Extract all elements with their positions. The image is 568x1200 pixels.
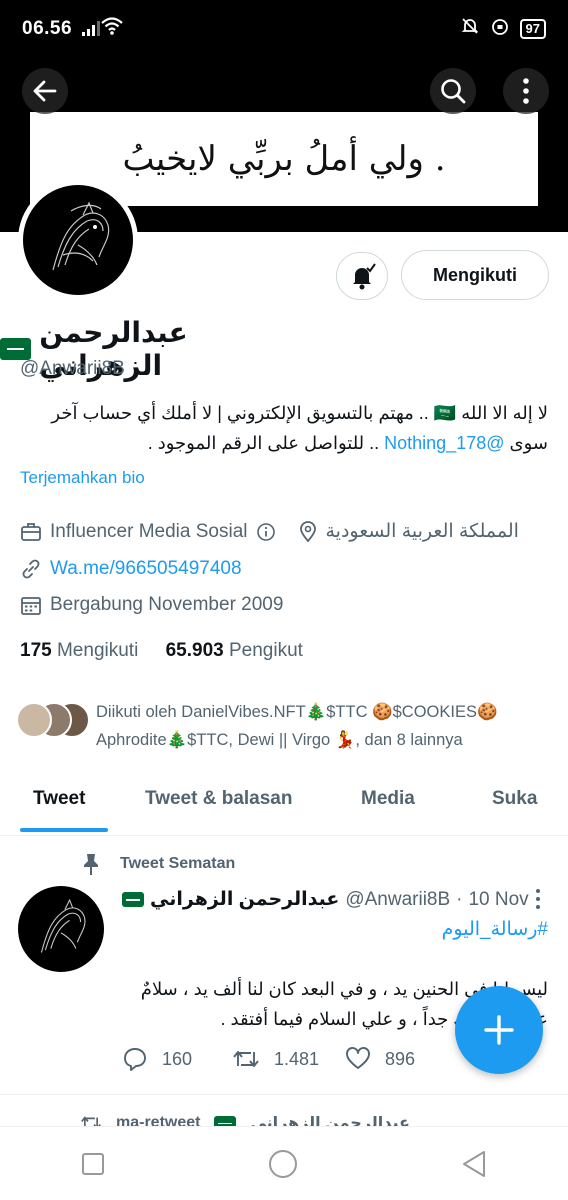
tweet-date[interactable]: 10 Nov: [468, 889, 528, 911]
back-button[interactable]: [22, 68, 68, 114]
battery-indicator: 97: [519, 18, 546, 39]
info-icon[interactable]: [256, 522, 276, 542]
mute-bell-icon: [460, 16, 480, 41]
bio-mention-link[interactable]: @Nothing_178: [384, 433, 504, 453]
search-button[interactable]: [430, 68, 476, 114]
followed-by-line: Aphrodite🎄$TTC, Dewi || Virgo 💃, dan 8 l…: [96, 731, 463, 749]
tab-tweet-replies[interactable]: Tweet & balasan: [145, 788, 292, 810]
android-nav-bar: [0, 1126, 568, 1200]
followed-by-text[interactable]: Diikuti oleh DanielVibes.NFT🎄$TTC 🍪$COOK…: [96, 698, 548, 754]
profile-bio: لا إله الا الله 🇸🇦 .. مهتم بالتسويق الإل…: [20, 398, 548, 458]
followed-by-line: Diikuti oleh DanielVibes.NFT🎄$TTC 🍪$COOK…: [96, 703, 498, 721]
bell-check-icon: [353, 263, 376, 290]
bio-text: سوى: [504, 433, 548, 453]
following-count: 175: [20, 640, 52, 661]
home-circle-icon[interactable]: [268, 1149, 298, 1179]
vertical-dots-icon: [523, 78, 529, 104]
tweet-author-name[interactable]: عبدالرحمن الزهراني: [150, 888, 339, 911]
saudi-flag-icon: [0, 338, 32, 360]
profile-meta-row: Influencer Media Sosial المملكة العربية …: [20, 520, 519, 543]
pinned-label-row: Tweet Sematan: [80, 852, 235, 876]
bio-line-1: لا إله الا الله 🇸🇦 .. مهتم بالتسويق الإل…: [51, 403, 548, 423]
bio-text: .. للتواصل على الرقم الموجود .: [147, 433, 385, 453]
alarm-icon: [490, 16, 510, 41]
pinned-tweet-label: Tweet Sematan: [120, 855, 236, 872]
tweet-hashtag[interactable]: #رسالة_اليوم: [442, 918, 548, 941]
location-pin-icon: [299, 520, 316, 542]
status-time: 06.56: [22, 18, 73, 39]
reply-icon: [124, 1048, 146, 1071]
tweet-author-handle: @Anwarii8B: [345, 888, 451, 910]
compose-tweet-button[interactable]: [455, 986, 543, 1074]
more-options-button[interactable]: [503, 68, 549, 114]
tweet-header: عبدالرحمن الزهراني @Anwarii8B · 10 Nov: [122, 888, 529, 911]
retweet-icon: [233, 1051, 259, 1067]
recents-square-icon[interactable]: [81, 1152, 105, 1176]
followers-count: 65.903: [165, 640, 224, 661]
saudi-flag-icon: [122, 892, 144, 907]
reply-button[interactable]: 160: [122, 1046, 192, 1072]
tweet-separator: ·: [456, 888, 463, 910]
link-icon: [22, 559, 40, 579]
search-icon: [441, 79, 466, 104]
retweet-icon: [81, 1116, 101, 1126]
profile-joined-row: Bergabung November 2009: [20, 594, 283, 616]
tweet-author-avatar[interactable]: [18, 886, 104, 972]
retweet-button[interactable]: 1.481: [232, 1046, 319, 1072]
profile-location: المملكة العربية السعودية: [325, 521, 519, 542]
tab-tweet[interactable]: Tweet: [33, 788, 85, 810]
profile-link-row: Wa.me/966505497408: [20, 558, 242, 580]
back-triangle-icon[interactable]: [461, 1150, 487, 1178]
following-label: Mengikuti: [56, 640, 139, 661]
profile-category: Influencer Media Sosial: [50, 520, 248, 542]
retweet-peek-name: عبدالرحمن الزهراني: [250, 1115, 410, 1126]
briefcase-icon: [21, 522, 41, 541]
status-bar: 06.56 97: [0, 0, 568, 58]
active-tab-indicator: [20, 828, 108, 832]
calendar-icon: [21, 597, 41, 615]
heart-icon: [346, 1047, 370, 1069]
reply-count: 160: [162, 1048, 193, 1069]
follower-avatar: [16, 702, 52, 738]
tab-likes[interactable]: Suka: [492, 788, 537, 810]
cellular-signal-icon: [82, 20, 100, 36]
translate-bio-link[interactable]: Terjemahkan bio: [20, 468, 145, 488]
like-count: 896: [385, 1048, 416, 1069]
pin-icon: [84, 854, 98, 875]
retweet-count: 1.481: [274, 1048, 320, 1069]
next-tweet-peek: ma-retweet عبدالرحمن الزهراني: [0, 1094, 568, 1126]
profile-joined-date: Bergabung November 2009: [50, 594, 284, 615]
following-button[interactable]: Mengikuti: [401, 250, 549, 300]
retweet-peek-label: ma-retweet: [116, 1114, 201, 1126]
followers-label: Pengikut: [229, 640, 303, 661]
profile-avatar[interactable]: [18, 180, 138, 300]
plus-icon: [484, 1015, 514, 1045]
profile-handle: @Anwarii8B: [20, 358, 125, 379]
notification-bell-button[interactable]: [336, 252, 388, 300]
following-count-link[interactable]: 175 Mengikuti: [20, 640, 138, 661]
bio-line-2: سوى @Nothing_178 .. للتواصل على الرقم ال…: [20, 428, 548, 458]
wifi-icon: [100, 16, 124, 41]
profile-website-link[interactable]: Wa.me/966505497408: [50, 558, 242, 580]
tweet-more-button[interactable]: [528, 885, 548, 913]
saudi-flag-icon: [214, 1115, 237, 1126]
arrow-left-icon: [33, 80, 57, 102]
profile-tabs: Tweet Tweet & balasan Media Suka: [0, 770, 568, 836]
followers-count-link[interactable]: 65.903 Pengikut: [166, 640, 303, 661]
like-button[interactable]: 896: [345, 1046, 415, 1072]
banner-text: ولي أملُ بربِّي لايخيبُ .: [122, 139, 446, 179]
tab-media[interactable]: Media: [361, 788, 415, 810]
follow-counts: 175 Mengikuti 65.903 Pengikut: [20, 640, 303, 662]
followed-by-avatars[interactable]: [16, 700, 94, 740]
